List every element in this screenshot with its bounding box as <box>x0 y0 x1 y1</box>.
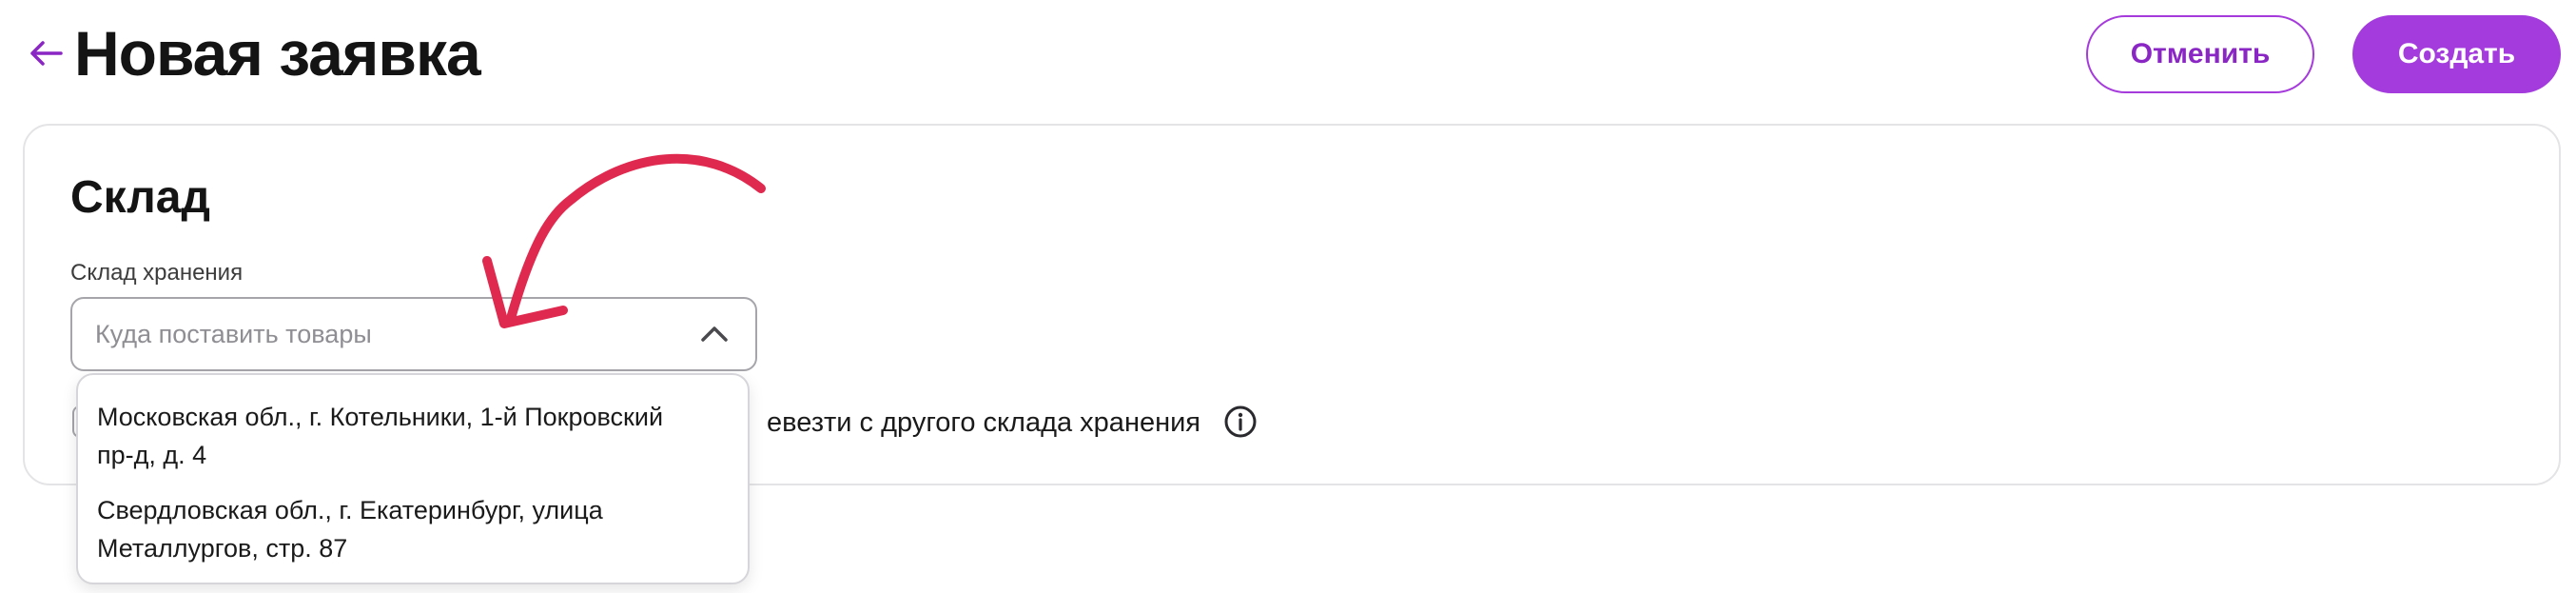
chevron-up-icon <box>701 326 728 342</box>
warehouse-dropdown: Московская обл., г. Котельники, 1-й Покр… <box>76 373 750 584</box>
option-line: Металлургов, стр. 87 <box>97 534 348 563</box>
page-header: Новая заявка Отменить Создать <box>0 0 2576 114</box>
cancel-button[interactable]: Отменить <box>2086 15 2314 93</box>
option-line: Московская обл., г. Котельники, 1-й Покр… <box>97 403 664 431</box>
option-line: Свердловская обл., г. Екатеринбург, улиц… <box>97 496 603 524</box>
page-title: Новая заявка <box>74 18 481 89</box>
warehouse-field-label: Склад хранения <box>70 260 244 286</box>
transfer-checkbox-label: евезти с другого склада хранения <box>767 407 1200 438</box>
warehouse-select-placeholder: Куда поставить товары <box>95 320 372 348</box>
warehouse-select[interactable]: Куда поставить товары <box>70 297 757 371</box>
section-title: Склад <box>70 172 210 223</box>
back-button[interactable] <box>23 29 68 78</box>
arrow-left-icon <box>30 41 63 66</box>
dropdown-option-kotelniki[interactable]: Московская обл., г. Котельники, 1-й Покр… <box>97 398 734 474</box>
dropdown-option-ekaterinburg[interactable]: Свердловская обл., г. Екатеринбург, улиц… <box>97 491 734 567</box>
option-line: пр-д, д. 4 <box>97 441 207 469</box>
page: Новая заявка Отменить Создать Склад Скла… <box>0 0 2576 593</box>
info-icon[interactable] <box>1223 405 1258 439</box>
create-button[interactable]: Создать <box>2352 15 2561 93</box>
